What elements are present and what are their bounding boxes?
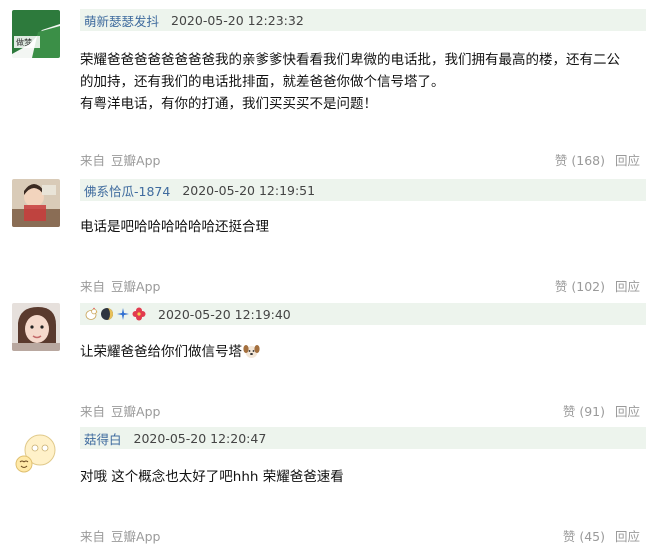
avatar[interactable] <box>12 303 60 351</box>
comment-item: 佛系恰瓜-1874 2020-05-20 12:19:51 电话是吧哈哈哈哈哈哈… <box>0 170 662 295</box>
source-app-label: 豆瓣App <box>111 153 161 168</box>
comment-body: 让荣耀爸爸给你们做信号塔 <box>80 341 650 366</box>
avatar[interactable] <box>12 428 60 476</box>
reply-button[interactable]: 回应 <box>615 150 640 169</box>
comment-actions: 赞 (168) 回应 <box>555 150 640 169</box>
sparkle-emoji <box>117 308 129 320</box>
author-link[interactable]: 佛系恰瓜-1874 <box>84 181 170 200</box>
avatar-photo-person-image <box>12 179 60 227</box>
like-button[interactable]: 赞 (168) <box>555 150 605 169</box>
comment-meta-bar: 2020-05-20 12:19:40 <box>80 303 646 325</box>
reply-button[interactable]: 回应 <box>615 401 640 420</box>
comment-timestamp: 2020-05-20 12:19:51 <box>182 182 316 198</box>
source-label: 来自 <box>80 153 106 168</box>
like-button[interactable]: 赞 (102) <box>555 276 605 295</box>
source-label: 来自 <box>80 529 106 544</box>
like-button[interactable]: 赞 (45) <box>563 526 605 545</box>
avatar-photo-girl-image <box>12 303 60 351</box>
comment-footer: 来自 豆瓣App 赞 (91) 回应 <box>80 401 646 419</box>
avatar-emoji-faces-image <box>12 428 60 476</box>
chicken-emoji <box>85 307 98 320</box>
like-button[interactable]: 赞 (91) <box>563 401 605 420</box>
comment-list: 做梦 萌新瑟瑟发抖 2020-05-20 12:23:32 荣耀爸爸爸爸爸爸爸爸… <box>0 0 662 553</box>
avatar-green-banner-image: 做梦 <box>12 10 60 58</box>
comment-line: 对哦 这个概念也太好了吧hhh 荣耀爸爸速看 <box>80 469 344 485</box>
source-label: 来自 <box>80 279 106 294</box>
source-app-label: 豆瓣App <box>111 404 161 419</box>
source-app-label: 豆瓣App <box>111 529 161 544</box>
comment-source: 来自 豆瓣App <box>80 526 160 545</box>
comment-actions: 赞 (91) 回应 <box>563 401 640 420</box>
comment-timestamp: 2020-05-20 12:20:47 <box>133 430 267 446</box>
comment-source: 来自 豆瓣App <box>80 150 160 169</box>
comment-line: 的加持，还有我们的电话批排面，就差爸爸你做个信号塔了。 <box>80 74 445 90</box>
new-moon-emoji <box>101 308 113 320</box>
source-app-label: 豆瓣App <box>111 279 161 294</box>
comment-actions: 赞 (102) 回应 <box>555 276 640 295</box>
comment-line: 荣耀爸爸爸爸爸爸爸爸我的亲爹爹快看看我们卑微的电话批，我们拥有最高的楼，还有二公 <box>80 52 620 68</box>
reply-button[interactable]: 回应 <box>615 276 640 295</box>
comment-footer: 来自 豆瓣App 赞 (45) 回应 <box>80 526 646 544</box>
author-link[interactable] <box>84 307 146 321</box>
comment-body: 电话是吧哈哈哈哈哈哈还挺合理 <box>80 216 650 238</box>
avatar-banner-text: 做梦 <box>16 37 32 47</box>
author-link[interactable]: 萌新瑟瑟发抖 <box>84 11 159 30</box>
comment-item: 做梦 萌新瑟瑟发抖 2020-05-20 12:23:32 荣耀爸爸爸爸爸爸爸爸… <box>0 0 662 170</box>
comment-meta-bar: 佛系恰瓜-1874 2020-05-20 12:19:51 <box>80 179 646 201</box>
comment-line-text: 让荣耀爸爸给你们做信号塔 <box>80 344 242 360</box>
comment-footer: 来自 豆瓣App 赞 (102) 回应 <box>80 276 646 294</box>
comment-body: 荣耀爸爸爸爸爸爸爸爸我的亲爹爹快看看我们卑微的电话批，我们拥有最高的楼，还有二公… <box>80 49 650 115</box>
comment-footer: 来自 豆瓣App 赞 (168) 回应 <box>80 150 646 168</box>
avatar[interactable] <box>12 179 60 227</box>
comment-actions: 赞 (45) 回应 <box>563 526 640 545</box>
source-label: 来自 <box>80 404 106 419</box>
comment-source: 来自 豆瓣App <box>80 276 160 295</box>
reply-button[interactable]: 回应 <box>615 526 640 545</box>
comment-body: 对哦 这个概念也太好了吧hhh 荣耀爸爸速看 <box>80 466 650 488</box>
comment-meta-bar: 萌新瑟瑟发抖 2020-05-20 12:23:32 <box>80 9 646 31</box>
comment-item: 菇得白 2020-05-20 12:20:47 对哦 这个概念也太好了吧hhh … <box>0 420 662 553</box>
comment-meta-bar: 菇得白 2020-05-20 12:20:47 <box>80 427 646 449</box>
comment-line: 电话是吧哈哈哈哈哈哈还挺合理 <box>80 219 269 235</box>
hibiscus-emoji <box>132 307 146 321</box>
author-link[interactable]: 菇得白 <box>84 429 122 448</box>
avatar[interactable]: 做梦 <box>12 10 60 58</box>
comment-item: 2020-05-20 12:19:40 让荣耀爸爸给你们做信号塔 来自 豆瓣App… <box>0 295 662 420</box>
comment-line: 让荣耀爸爸给你们做信号塔 <box>80 341 650 366</box>
comment-timestamp: 2020-05-20 12:19:40 <box>158 306 291 322</box>
comment-source: 来自 豆瓣App <box>80 401 160 420</box>
comment-timestamp: 2020-05-20 12:23:32 <box>171 12 304 28</box>
dog-face-emoji <box>243 343 260 366</box>
comment-line: 有粤洋电话，有你的打通，我们买买买不是问题！ <box>80 96 377 112</box>
